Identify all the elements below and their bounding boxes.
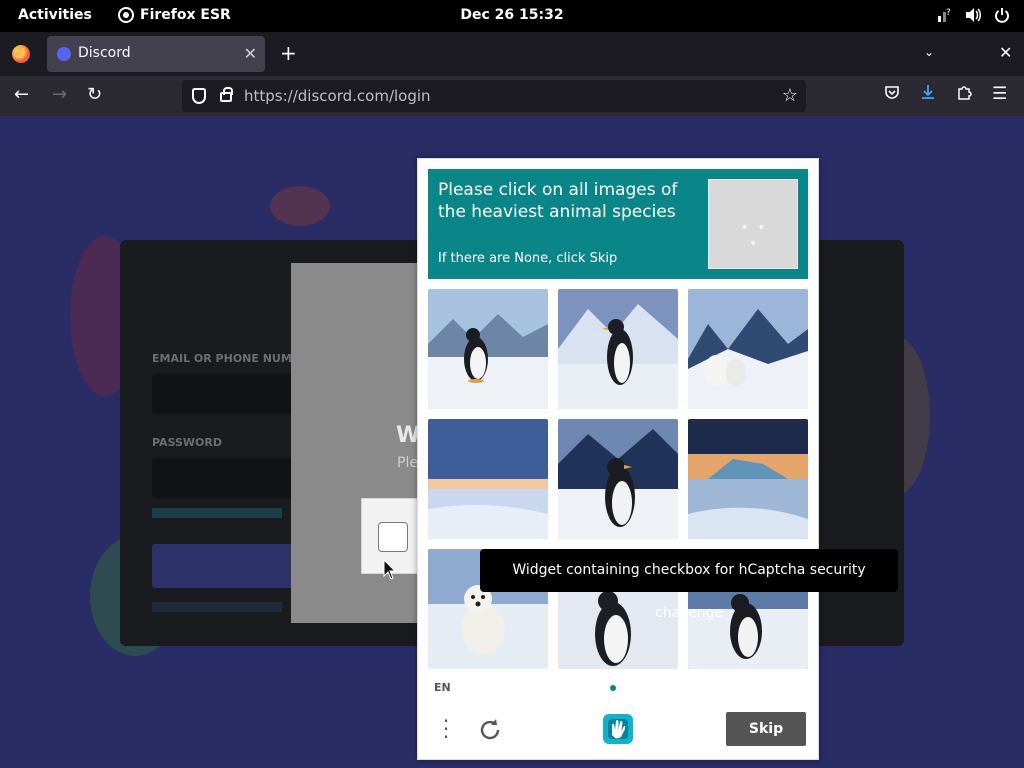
penguin-image [558, 289, 678, 409]
tracking-protection-shield-icon[interactable] [192, 88, 206, 104]
firefox-app-icon [118, 7, 134, 23]
downloads-arrow-shape [922, 85, 934, 99]
skip-button[interactable]: Skip [726, 712, 806, 746]
firefox-view-icon[interactable] [12, 45, 30, 63]
discord-favicon-icon [57, 47, 71, 61]
hcaptcha-logo-shape [603, 714, 633, 744]
challenge-image-5[interactable] [558, 419, 678, 539]
challenge-image-1[interactable] [428, 289, 548, 409]
lock-icon[interactable] [220, 87, 233, 102]
power-icon[interactable] [994, 7, 1010, 23]
challenge-image-3[interactable] [688, 289, 808, 409]
hamburger-menu-icon[interactable]: ☰ [992, 84, 1007, 104]
challenge-question: Please click on all images of the heavie… [438, 180, 678, 222]
loading-dots: • • • [740, 220, 768, 252]
widget-tooltip: Widget containing checkbox for hCaptcha … [480, 549, 898, 621]
challenge-image-2[interactable] [558, 289, 678, 409]
challenge-image-4[interactable] [428, 419, 548, 539]
volume-icon[interactable] [964, 7, 982, 23]
refresh-arrow-shape [480, 719, 500, 740]
example-image: • • • [708, 179, 798, 269]
penguin-image [428, 289, 548, 409]
tab-discord[interactable]: Discord ✕ [47, 36, 265, 72]
hcaptcha-checkbox[interactable] [378, 522, 408, 552]
downloads-icon[interactable] [920, 84, 936, 105]
forward-arrow-icon[interactable]: → [52, 85, 67, 105]
back-arrow-icon[interactable]: ← [14, 85, 29, 105]
navigation-toolbar: ← → ↻ https://discord.com/login ☆ ☰ [0, 76, 1024, 116]
forgot-password-link[interactable] [152, 508, 282, 518]
email-label: EMAIL OR PHONE NUMBE [152, 352, 308, 365]
system-tray[interactable]: ? [936, 7, 1010, 23]
window-close-icon[interactable]: ✕ [999, 43, 1012, 62]
list-all-tabs-chevron-down-icon[interactable]: ⌄ [924, 45, 934, 59]
challenge-image-6[interactable] [688, 419, 808, 539]
activities-button[interactable]: Activities [18, 7, 92, 23]
url-text[interactable]: https://discord.com/login [244, 87, 431, 105]
image-grid [428, 289, 808, 669]
mouse-cursor-icon [383, 559, 397, 580]
more-options-icon[interactable]: · · · [440, 711, 452, 747]
penguin-image [558, 419, 678, 539]
puzzle-shape [958, 86, 972, 100]
bookmark-star-icon[interactable]: ☆ [782, 85, 798, 106]
background-decoration [270, 186, 330, 226]
url-path: /login [388, 87, 431, 105]
hcaptcha-challenge: Please click on all images of the heavie… [417, 158, 819, 760]
language-selector[interactable]: EN [434, 681, 451, 694]
url-bar[interactable]: https://discord.com/login ☆ [182, 80, 806, 112]
tab-close-icon[interactable]: ✕ [244, 44, 257, 63]
modal-subtitle-fragment: Ple [397, 455, 418, 471]
url-host: https://discord.com [244, 87, 389, 105]
page-indicator-dot [610, 685, 616, 691]
register-link[interactable] [152, 602, 282, 612]
hcaptcha-logo-icon[interactable] [600, 711, 636, 747]
gnome-top-bar: Activities Firefox ESR Dec 26 15:32 ? [0, 0, 1024, 32]
snow-landscape-image [428, 419, 548, 539]
app-menu[interactable]: Firefox ESR [118, 7, 231, 23]
tab-strip: Discord ✕ + ⌄ ✕ [0, 32, 1024, 76]
pocket-icon[interactable] [884, 84, 900, 105]
reload-icon[interactable]: ↻ [87, 85, 102, 105]
new-tab-button[interactable]: + [280, 43, 297, 63]
clock-text[interactable]: Dec 26 15:32 [460, 7, 563, 23]
iceberg-landscape-image [688, 419, 808, 539]
pocket-shape [885, 86, 899, 99]
challenge-prompt: Please click on all images of the heavie… [428, 169, 808, 279]
tab-title: Discord [78, 45, 131, 61]
challenge-hint: If there are None, click Skip [438, 251, 618, 266]
app-name: Firefox ESR [140, 7, 231, 23]
extensions-puzzle-icon[interactable] [956, 84, 972, 105]
svg-text:?: ? [946, 8, 951, 18]
refresh-challenge-icon[interactable] [476, 716, 504, 744]
password-label: PASSWORD [152, 436, 223, 449]
polar-bears-image [688, 289, 808, 409]
network-question-icon[interactable]: ? [936, 7, 952, 23]
